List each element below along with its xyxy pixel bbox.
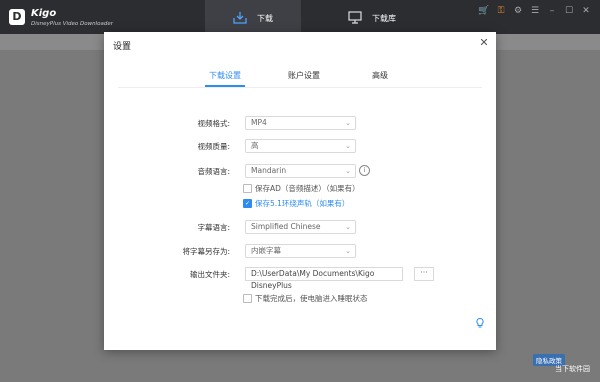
chevron-down-icon: ⌄ (345, 167, 351, 175)
chevron-down-icon: ⌄ (345, 223, 351, 231)
key-icon[interactable]: ⚿ (495, 5, 507, 17)
sleep-after-checkbox[interactable] (243, 294, 252, 303)
nav-download-label: 下载 (257, 14, 273, 23)
chevron-down-icon: ⌄ (345, 142, 351, 150)
save-51-checkbox[interactable]: ✓ (243, 199, 252, 208)
tab-account-settings[interactable]: 账户设置 (288, 70, 320, 81)
sleep-after-label: 下载完成后，使电脑进入睡眠状态 (255, 294, 368, 303)
info-icon[interactable]: i (359, 165, 370, 176)
settings-tabs: 下载设置 账户设置 高级 (104, 68, 496, 87)
menu-icon[interactable]: ☰ (529, 5, 541, 17)
video-quality-select[interactable]: 高 ⌄ (245, 139, 356, 153)
nav-download-tab[interactable]: 下载 (205, 0, 301, 34)
output-folder-label: 输出文件夹: (189, 270, 230, 279)
audio-language-select[interactable]: Mandarin ⌄ (245, 164, 356, 178)
download-icon (233, 12, 247, 24)
subtitle-language-value: Simplified Chinese (251, 222, 321, 231)
video-quality-value: 高 (251, 141, 259, 150)
audio-language-label: 音频语言: (197, 167, 230, 176)
tab-download-settings[interactable]: 下载设置 (209, 70, 241, 81)
save-ad-label: 保存AD（音频描述）（如果有） (255, 184, 360, 193)
save-51-label: 保存5.1环绕声轨（如果有） (255, 199, 350, 208)
browse-folder-button[interactable]: ··· (414, 267, 434, 281)
subtitle-language-select[interactable]: Simplified Chinese ⌄ (245, 220, 356, 234)
chevron-down-icon: ⌄ (345, 119, 351, 127)
save-ad-checkbox[interactable] (243, 184, 252, 193)
subtitle-save-as-label: 将字幕另存为: (182, 247, 230, 256)
video-quality-label: 视频质量: (197, 142, 230, 151)
app-subtitle: DisneyPlus Video Downloader (31, 21, 113, 27)
app-name: Kigo (31, 8, 57, 19)
tab-divider (118, 87, 482, 88)
video-format-value: MP4 (251, 118, 267, 127)
window-toolbar: 🛒 ⚿ ⚙ ☰ – ☐ ✕ (478, 5, 592, 17)
nav-library-tab[interactable]: 下载库 (320, 0, 416, 34)
maximize-icon[interactable]: ☐ (563, 5, 575, 17)
tab-advanced[interactable]: 高级 (372, 70, 388, 81)
settings-icon[interactable]: ⚙ (512, 5, 524, 17)
cart-icon[interactable]: 🛒 (478, 5, 490, 17)
dialog-title: 设置 (113, 42, 132, 52)
nav-library-label: 下载库 (372, 14, 396, 23)
settings-dialog: 设置 ✕ 下载设置 账户设置 高级 视频格式: MP4 ⌄ 视频质量: 高 ⌄ … (104, 32, 496, 350)
minimize-icon[interactable]: – (546, 5, 558, 17)
subtitle-save-as-select[interactable]: 内嵌字幕 ⌄ (245, 244, 356, 258)
subtitle-language-label: 字幕语言: (197, 223, 230, 232)
output-folder-input[interactable]: D:\UserData\My Documents\Kigo DisneyPlus (245, 267, 403, 290)
audio-language-value: Mandarin (251, 166, 287, 175)
close-icon[interactable]: ✕ (580, 5, 592, 17)
app-logo: D (9, 9, 25, 25)
lightbulb-icon[interactable] (474, 317, 486, 329)
subtitle-save-as-value: 内嵌字幕 (251, 246, 281, 255)
video-format-label: 视频格式: (197, 119, 230, 128)
chevron-down-icon: ⌄ (345, 247, 351, 255)
watermark-text: 当下软件园 (555, 365, 590, 373)
video-format-select[interactable]: MP4 ⌄ (245, 116, 356, 130)
dialog-close-icon[interactable]: ✕ (478, 37, 490, 49)
monitor-icon (348, 11, 362, 24)
title-bar: D Kigo DisneyPlus Video Downloader 下载 下载… (0, 0, 600, 34)
